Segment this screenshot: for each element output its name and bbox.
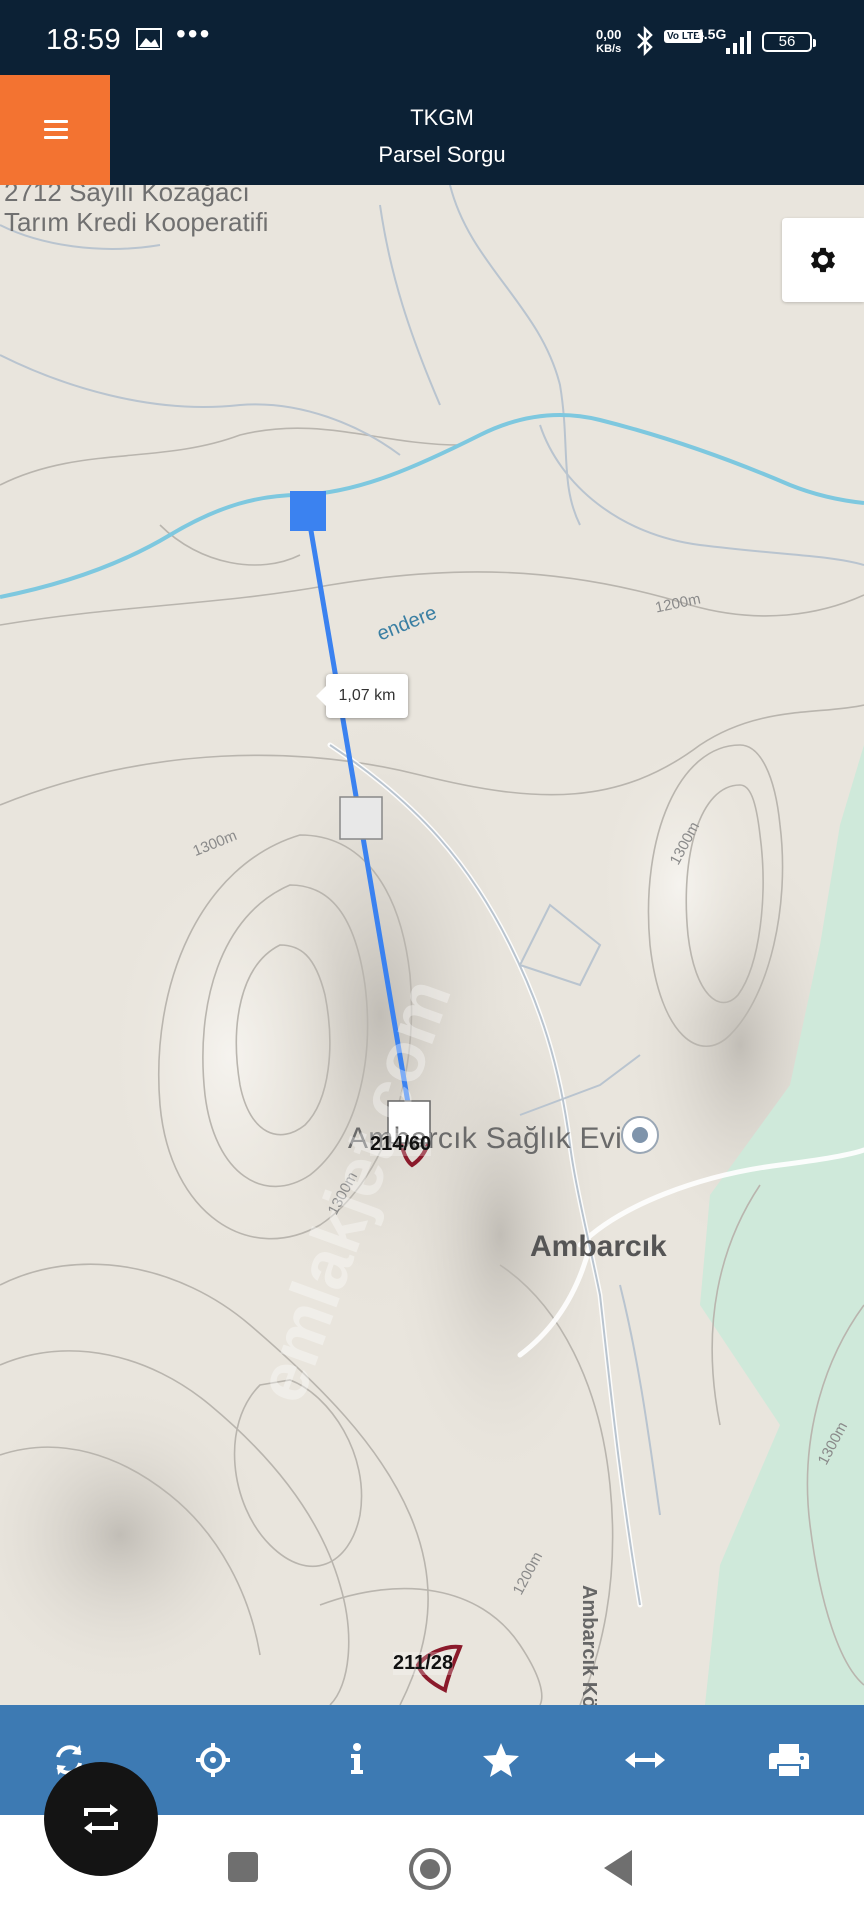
settings-button[interactable]: [782, 218, 864, 302]
more-notifications-icon: •••: [176, 18, 212, 49]
bluetooth-icon: [637, 26, 653, 56]
signal-icon: [726, 31, 751, 54]
crosshair-icon: [196, 1743, 230, 1777]
floating-swap-button[interactable]: [44, 1762, 158, 1876]
swap-icon: [84, 1804, 118, 1834]
measure-button[interactable]: [620, 1735, 670, 1785]
print-button[interactable]: [764, 1735, 814, 1785]
app-header: TKGM Parsel Sorgu: [0, 75, 864, 185]
net-speed: 0,00 KB/s: [596, 28, 621, 56]
measure-icon: [625, 1752, 665, 1768]
home-button[interactable]: [409, 1848, 451, 1890]
gallery-icon: [136, 28, 162, 50]
status-bar: 18:59 ••• 0,00 KB/s Vo LTE 4.5G 56: [0, 0, 864, 75]
measure-start-handle[interactable]: [290, 491, 326, 531]
map-terrain: [0, 185, 864, 1705]
distance-tooltip: 1,07 km: [316, 674, 408, 718]
parcel-label[interactable]: 211/28: [393, 1652, 454, 1675]
net-speed-value: 0,00: [596, 27, 622, 42]
map-view[interactable]: 2712 Sayılı Kozağacı Tarım Kredi Koopera…: [0, 185, 864, 1705]
gear-icon: [810, 247, 836, 273]
battery-icon: 56: [762, 32, 816, 52]
parcel-label[interactable]: 214/60: [370, 1133, 432, 1156]
app-subtitle: Parsel Sorgu: [378, 142, 506, 167]
status-time: 18:59: [46, 24, 122, 56]
app-title: TKGM: [410, 105, 474, 130]
village-label: Ambarcık: [530, 1230, 667, 1263]
net-speed-unit: KB/s: [596, 43, 622, 55]
road-label: Ambarcık Köyü Yolu: [578, 1585, 600, 1705]
network-type: 4.5G: [696, 26, 727, 42]
star-icon: [483, 1743, 519, 1777]
cooperative-label: 2712 Sayılı Kozağacı Tarım Kredi Koopera…: [4, 185, 268, 237]
cooperative-label-line1: 2712 Sayılı Kozağacı: [4, 185, 250, 207]
back-button[interactable]: [604, 1850, 632, 1886]
info-button[interactable]: [332, 1735, 382, 1785]
locate-button[interactable]: [188, 1735, 238, 1785]
favorite-button[interactable]: [476, 1735, 526, 1785]
measure-mid-handle[interactable]: [339, 796, 383, 840]
info-icon: [351, 1743, 363, 1774]
recents-button[interactable]: [228, 1852, 258, 1882]
print-icon: [769, 1744, 809, 1776]
cooperative-label-line2: Tarım Kredi Kooperatifi: [4, 207, 269, 237]
